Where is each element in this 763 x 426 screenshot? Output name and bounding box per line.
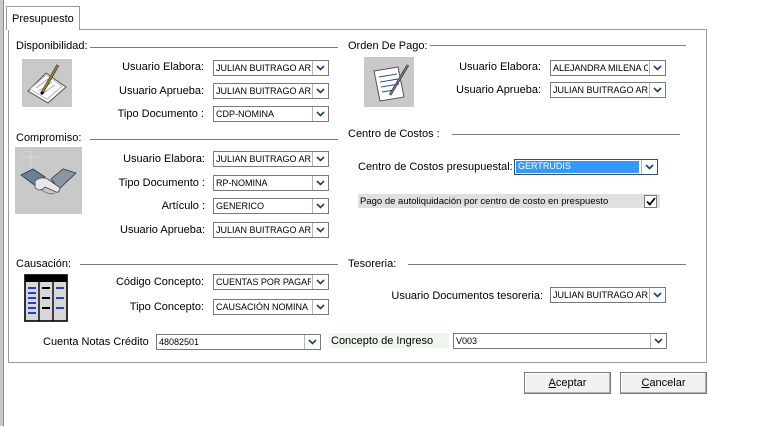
- compromiso-title: Compromiso:: [16, 132, 84, 144]
- concepto-ingreso-label: Concepto de Ingreso: [331, 335, 434, 347]
- ledger-icon: [24, 274, 68, 322]
- comp-tipo-documento-value: RP-NOMINA: [216, 178, 268, 188]
- tes-usuario-documentos-value: JULIAN BUITRAGO ARANGO: [553, 290, 648, 300]
- caus-tipo-concepto-select[interactable]: CAUSACIÓN NOMINA: [213, 299, 329, 315]
- comp-tipo-documento-label: Tipo Documento :: [118, 177, 205, 189]
- compromiso-divider: [90, 139, 338, 140]
- cc-presupuestal-select[interactable]: GERTRUDIS: [514, 159, 658, 175]
- chevron-down-icon[interactable]: [649, 61, 665, 75]
- cc-presupuestal-value: GERTRUDIS: [516, 161, 639, 173]
- comp-usuario-elabora-label: Usuario Elabora:: [123, 153, 205, 165]
- centro-costos-title: Centro de Costos :: [348, 128, 442, 140]
- disp-tipo-documento-label: Tipo Documento :: [117, 108, 204, 120]
- comp-usuario-elabora-value: JULIAN BUITRAGO ARANGO: [216, 154, 311, 164]
- comp-usuario-aprueba-label: Usuario Aprueba:: [120, 224, 205, 236]
- cancelar-label-rest: ancelar: [649, 377, 686, 389]
- chevron-down-icon[interactable]: [312, 84, 328, 98]
- cancelar-accelerator: C: [641, 377, 650, 389]
- comp-articulo-value: GENERICO: [216, 201, 265, 211]
- chevron-down-icon[interactable]: [650, 334, 666, 348]
- tes-usuario-documentos-label: Usuario Documentos tesoreria:: [391, 290, 543, 302]
- comp-usuario-aprueba-value: JULIAN BUITRAGO ARANGO: [216, 225, 311, 235]
- disponibilidad-divider: [90, 47, 338, 48]
- order-sign-icon: [364, 57, 414, 107]
- concepto-ingreso-value: V003: [456, 336, 478, 346]
- op-usuario-aprueba-value: JULIAN BUITRAGO ARANGO: [553, 85, 648, 95]
- caus-codigo-concepto-label: Código Concepto:: [115, 276, 204, 288]
- comp-articulo-label: Artículo :: [161, 200, 205, 212]
- tesoreria-title: Tesoreria:: [348, 258, 399, 270]
- chevron-down-icon[interactable]: [312, 176, 328, 190]
- aceptar-button[interactable]: Aceptar: [524, 372, 611, 394]
- centro-costos-divider: [452, 134, 680, 135]
- caus-codigo-concepto-value: CUENTAS POR PAGAR: [216, 277, 311, 287]
- cancelar-button[interactable]: Cancelar: [620, 372, 707, 394]
- chevron-down-icon[interactable]: [312, 300, 328, 314]
- cc-presupuestal-label: Centro de Costos presupuestal:: [358, 161, 513, 173]
- disp-tipo-documento-value: CDP-NOMINA: [216, 109, 274, 119]
- chevron-down-icon[interactable]: [649, 83, 665, 97]
- concepto-ingreso-select[interactable]: V003: [453, 333, 667, 349]
- chevron-down-icon[interactable]: [312, 275, 328, 289]
- cuenta-notas-credito-label: Cuenta Notas Crédito: [43, 336, 149, 348]
- tab-presupuesto[interactable]: Presupuesto: [6, 6, 80, 30]
- op-usuario-elabora-value: ALEJANDRA MILENA C: [553, 63, 648, 73]
- chevron-down-icon[interactable]: [312, 107, 328, 121]
- causacion-divider: [80, 264, 338, 265]
- cc-autoliquidacion-label: Pago de autoliquidación por centro de co…: [360, 196, 609, 207]
- op-usuario-elabora-select[interactable]: ALEJANDRA MILENA C: [550, 60, 666, 76]
- disp-usuario-aprueba-value: JULIAN BUITRAGO ARANGO: [216, 86, 311, 96]
- comp-usuario-aprueba-select[interactable]: JULIAN BUITRAGO ARANGO: [213, 222, 329, 238]
- checkmark-icon: [645, 197, 656, 206]
- disp-usuario-aprueba-label: Usuario Aprueba:: [119, 85, 204, 97]
- caus-tipo-concepto-label: Tipo Concepto:: [129, 301, 204, 313]
- chevron-down-icon[interactable]: [641, 160, 657, 174]
- tesoreria-divider: [408, 264, 686, 265]
- comp-tipo-documento-select[interactable]: RP-NOMINA: [213, 175, 329, 191]
- disp-usuario-elabora-value: JULIAN BUITRAGO ARANGO: [216, 63, 311, 73]
- handshake-icon: [15, 147, 82, 214]
- chevron-down-icon[interactable]: [312, 199, 328, 213]
- tes-usuario-documentos-select[interactable]: JULIAN BUITRAGO ARANGO: [550, 287, 666, 303]
- cuenta-notas-credito-select[interactable]: 48082501: [156, 334, 321, 350]
- op-usuario-aprueba-label: Usuario Aprueba:: [456, 84, 541, 96]
- aceptar-label-rest: ceptar: [555, 377, 587, 389]
- comp-usuario-elabora-select[interactable]: JULIAN BUITRAGO ARANGO: [213, 151, 329, 167]
- chevron-down-icon[interactable]: [304, 335, 320, 349]
- op-usuario-aprueba-select[interactable]: JULIAN BUITRAGO ARANGO: [550, 82, 666, 98]
- caus-codigo-concepto-select[interactable]: CUENTAS POR PAGAR: [213, 274, 329, 290]
- aceptar-accelerator: A: [548, 377, 556, 389]
- document-sign-icon: [22, 59, 72, 107]
- window-left-edge: [0, 0, 4, 426]
- causacion-title: Causación:: [16, 258, 74, 270]
- disp-tipo-documento-select[interactable]: CDP-NOMINA: [213, 106, 329, 122]
- caus-tipo-concepto-value: CAUSACIÓN NOMINA: [216, 302, 309, 312]
- cuenta-notas-credito-value: 48082501: [159, 337, 200, 347]
- orden-pago-divider: [430, 45, 686, 46]
- tab-label: Presupuesto: [12, 13, 74, 25]
- comp-articulo-select[interactable]: GENERICO: [213, 198, 329, 214]
- disponibilidad-title: Disponibilidad:: [16, 40, 90, 52]
- disp-usuario-aprueba-select[interactable]: JULIAN BUITRAGO ARANGO: [213, 83, 329, 99]
- orden-pago-title: Orden De Pago:: [348, 40, 430, 52]
- chevron-down-icon[interactable]: [312, 61, 328, 75]
- chevron-down-icon[interactable]: [312, 223, 328, 237]
- chevron-down-icon[interactable]: [312, 152, 328, 166]
- disp-usuario-elabora-label: Usuario Elabora:: [122, 61, 204, 73]
- cc-autoliquidacion-checkbox[interactable]: [644, 195, 657, 208]
- disp-usuario-elabora-select[interactable]: JULIAN BUITRAGO ARANGO: [213, 60, 329, 76]
- op-usuario-elabora-label: Usuario Elabora:: [459, 61, 541, 73]
- chevron-down-icon[interactable]: [649, 288, 665, 302]
